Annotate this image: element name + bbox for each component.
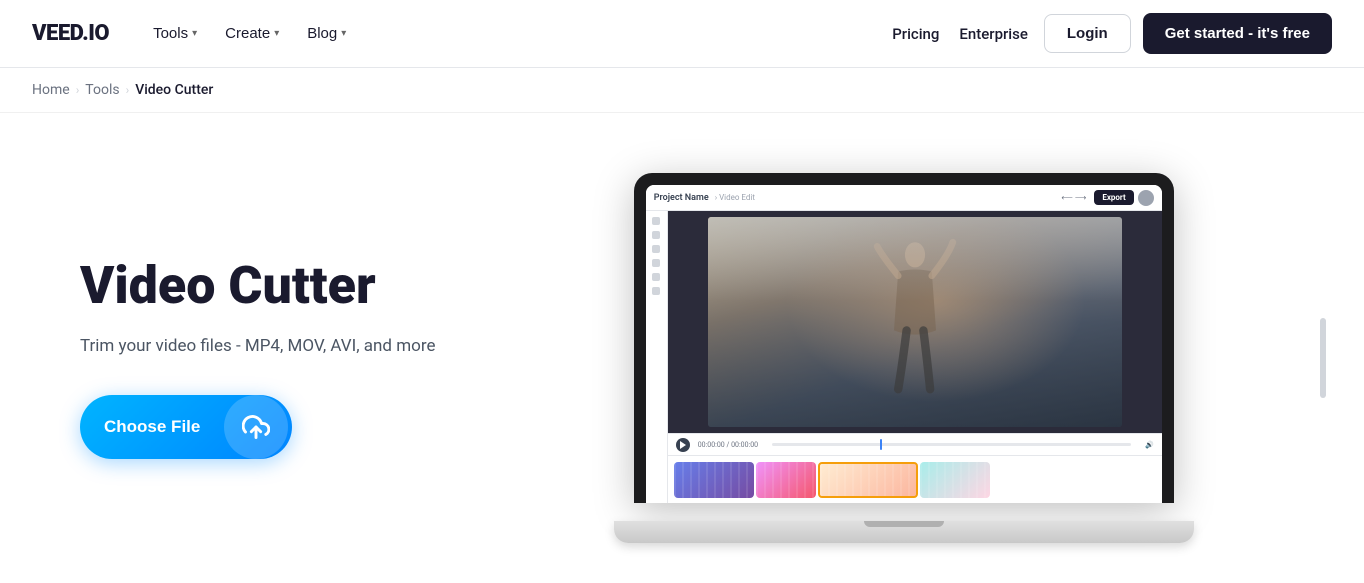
hero-right: Project Name › Video Edit ⟵ ⟶ Export bbox=[475, 173, 1332, 543]
sidebar-icon bbox=[652, 259, 660, 267]
editor-topbar-right: ⟵ ⟶ Export bbox=[1061, 190, 1153, 206]
editor-canvas bbox=[668, 211, 1162, 433]
nav-left: VEED.IO Tools ▾ Create ▾ Blog ▾ bbox=[32, 17, 358, 50]
track-thumbnail bbox=[674, 462, 754, 498]
editor-body: 00:00:00 / 00:00:00 🔊 bbox=[646, 211, 1162, 503]
breadcrumb-home[interactable]: Home bbox=[32, 82, 70, 98]
main-content: Video Cutter Trim your video files - MP4… bbox=[0, 113, 1364, 583]
sidebar-icon bbox=[652, 217, 660, 225]
chevron-down-icon: ▾ bbox=[192, 28, 197, 39]
nav-pricing[interactable]: Pricing bbox=[888, 17, 943, 51]
export-button[interactable]: Export bbox=[1094, 190, 1133, 205]
sidebar-icon bbox=[652, 231, 660, 239]
nav-enterprise[interactable]: Enterprise bbox=[955, 17, 1031, 51]
nav-tools[interactable]: Tools ▾ bbox=[141, 17, 209, 50]
sky-overlay bbox=[708, 217, 1122, 301]
laptop-screen: Project Name › Video Edit ⟵ ⟶ Export bbox=[634, 173, 1174, 503]
login-button[interactable]: Login bbox=[1044, 14, 1131, 53]
volume-icon: 🔊 bbox=[1145, 441, 1154, 449]
page-title: Video Cutter bbox=[80, 257, 435, 314]
editor-sidebar bbox=[646, 211, 668, 503]
video-preview bbox=[708, 217, 1122, 427]
sidebar-icon bbox=[652, 245, 660, 253]
laptop-base bbox=[614, 521, 1194, 543]
get-started-button[interactable]: Get started - it's free bbox=[1143, 13, 1332, 54]
track-item[interactable] bbox=[920, 462, 990, 498]
editor-topbar: Project Name › Video Edit ⟵ ⟶ Export bbox=[646, 185, 1162, 211]
scrubber-track[interactable] bbox=[772, 443, 1131, 446]
editor-controls: 00:00:00 / 00:00:00 🔊 bbox=[668, 434, 1162, 456]
breadcrumb-separator: › bbox=[76, 83, 80, 97]
project-name: Project Name bbox=[654, 193, 709, 203]
chevron-down-icon: ▾ bbox=[341, 28, 346, 39]
play-button[interactable] bbox=[676, 438, 690, 452]
track-item[interactable] bbox=[756, 462, 816, 498]
breadcrumb-separator: › bbox=[126, 83, 130, 97]
editor-topbar-left: Project Name › Video Edit bbox=[654, 193, 755, 203]
logo[interactable]: VEED.IO bbox=[32, 21, 109, 46]
play-icon bbox=[680, 441, 686, 449]
nav-menu: Tools ▾ Create ▾ Blog ▾ bbox=[141, 17, 358, 50]
editor-breadcrumb: › Video Edit bbox=[715, 193, 755, 202]
scrubber-handle bbox=[880, 439, 882, 450]
track-item-selected[interactable] bbox=[818, 462, 918, 498]
timeline-tracks bbox=[668, 456, 1162, 503]
track-thumbnail bbox=[756, 462, 816, 498]
breadcrumb: Home › Tools › Video Cutter bbox=[0, 68, 1364, 113]
chevron-down-icon: ▾ bbox=[274, 28, 279, 39]
hero-left: Video Cutter Trim your video files - MP4… bbox=[80, 257, 435, 460]
choose-file-label: Choose File bbox=[80, 417, 224, 437]
nav-right: Pricing Enterprise Login Get started - i… bbox=[888, 13, 1332, 54]
track-thumbnail bbox=[920, 462, 990, 498]
nav-blog[interactable]: Blog ▾ bbox=[295, 17, 358, 50]
screen-inner: Project Name › Video Edit ⟵ ⟶ Export bbox=[646, 185, 1162, 503]
breadcrumb-current: Video Cutter bbox=[135, 82, 213, 98]
hero-subtitle: Trim your video files - MP4, MOV, AVI, a… bbox=[80, 334, 435, 360]
editor-main: 00:00:00 / 00:00:00 🔊 bbox=[668, 211, 1162, 503]
navbar: VEED.IO Tools ▾ Create ▾ Blog ▾ Pricing … bbox=[0, 0, 1364, 68]
editor-ui: Project Name › Video Edit ⟵ ⟶ Export bbox=[646, 185, 1162, 503]
editor-timeline: 00:00:00 / 00:00:00 🔊 bbox=[668, 433, 1162, 503]
editor-undo: ⟵ ⟶ bbox=[1061, 193, 1086, 202]
page-scrollbar[interactable] bbox=[1320, 318, 1326, 398]
choose-file-button[interactable]: Choose File bbox=[80, 395, 292, 459]
avatar bbox=[1138, 190, 1154, 206]
sidebar-icon bbox=[652, 287, 660, 295]
track-thumbnail bbox=[820, 464, 916, 496]
nav-create[interactable]: Create ▾ bbox=[213, 17, 291, 50]
breadcrumb-tools[interactable]: Tools bbox=[85, 82, 119, 98]
upload-icon bbox=[224, 395, 288, 459]
sidebar-icon bbox=[652, 273, 660, 281]
laptop-mockup: Project Name › Video Edit ⟵ ⟶ Export bbox=[614, 173, 1194, 543]
time-display: 00:00:00 / 00:00:00 bbox=[698, 441, 758, 449]
track-item[interactable] bbox=[674, 462, 754, 498]
